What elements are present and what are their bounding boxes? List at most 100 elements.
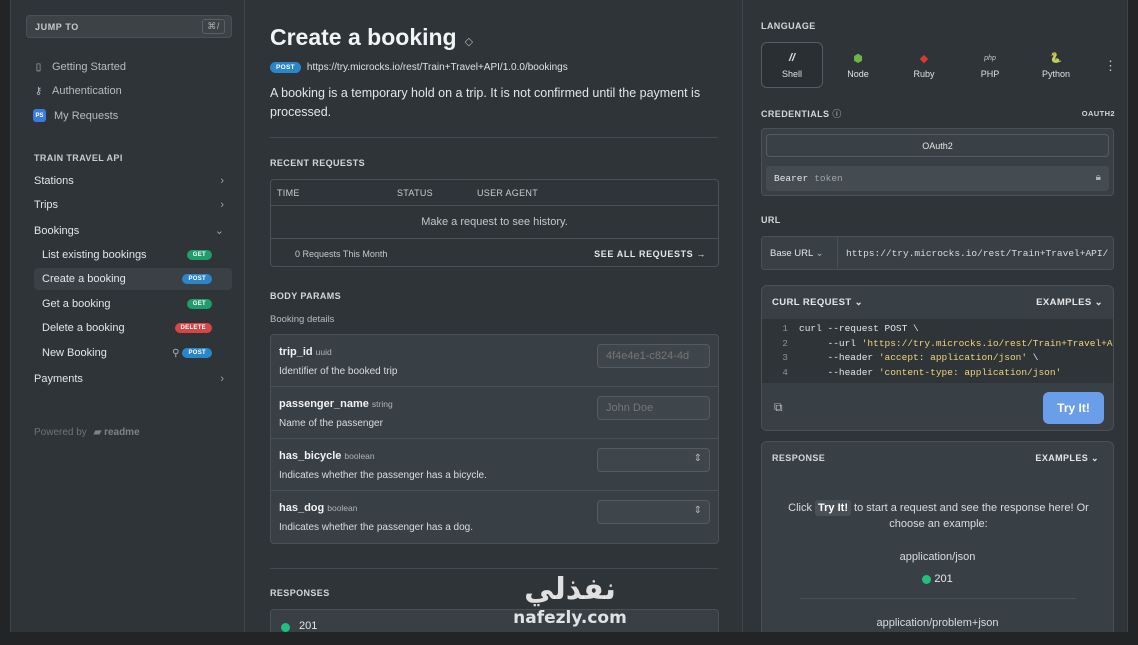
request-count: 0 Requests This Month [295,249,388,259]
sidebar-sub-get-booking[interactable]: Get a booking GET [34,293,232,315]
sidebar-item-trips[interactable]: Trips › [34,199,232,211]
chevron-down-icon: ⌄ [854,297,863,308]
has-dog-select[interactable]: ⇕ [597,500,710,524]
endpoint-url-row: POST https://try.microcks.io/rest/Train+… [270,62,568,73]
trip-id-input[interactable] [597,344,710,368]
code-text: --url [799,337,862,349]
credentials-box: OAuth2 Bearer token 🔒︎ [761,128,1114,196]
chevron-right-icon: › [220,175,224,187]
passenger-name-input[interactable] [597,396,710,420]
sidebar-sub-create-booking[interactable]: Create a booking POST [34,268,232,290]
examples-dropdown[interactable]: EXAMPLES ⌄ [1036,297,1103,308]
lang-label: Node [847,68,869,79]
param-row: has_bicycle boolean Indicates whether the… [271,439,718,491]
lang-python[interactable]: 🐍 Python [1025,42,1087,88]
ruby-icon: ◆ [919,52,929,65]
code-line: 1 curl --request POST \ [762,323,1113,338]
body-params-subtitle: Booking details [270,314,335,325]
shell-icon: // [788,52,796,64]
examples-label: EXAMPLES [1035,453,1089,463]
sidebar-sub-label: Get a booking [42,298,111,310]
bearer-token-field[interactable]: Bearer token 🔒︎ [766,166,1109,191]
sidebar-item-payments[interactable]: Payments › [34,373,232,385]
endpoint-url: https://try.microcks.io/rest/Train+Trave… [306,62,568,73]
param-type: boolean [327,503,358,513]
app-window: JUMP TO ⌘/ ▯ Getting Started ⚷ Authentic… [10,0,1128,632]
sidebar-sub-delete-booking[interactable]: Delete a booking DELETE [34,317,232,339]
code-string: 'https://try.microcks.io/rest/Train+Trav… [861,337,1113,349]
node-icon: ⬢ [853,52,863,65]
chevron-down-icon: ⌄ [214,225,224,237]
column-status: STATUS [397,188,433,198]
endpoint-description: A booking is a temporary hold on a trip.… [270,86,701,119]
base-url-select[interactable]: Base URL ⌄ [762,237,838,269]
has-bicycle-select[interactable]: ⇕ [597,448,710,472]
curl-request-toggle[interactable]: CURL REQUEST ⌄ [772,297,863,308]
response-label: RESPONSE [772,453,826,463]
empty-history-message: Make a request to see history. [421,216,568,228]
oauth2-button[interactable]: OAuth2 [766,134,1109,157]
jump-to-button[interactable]: JUMP TO ⌘/ [26,15,232,38]
response-201-row[interactable]: 201 [270,609,719,632]
sidebar-sub-label: List existing bookings [42,249,147,261]
credentials-label: CREDENTIALS ⓘ [761,107,842,120]
select-arrows-icon: ⇕ [693,505,702,516]
see-all-requests-link[interactable]: SEE ALL REQUESTS → [594,249,706,259]
code-line: 3 --header 'accept: application/json' \ [762,352,1113,367]
sidebar-item-bookings[interactable]: Bookings ⌄ [34,224,232,238]
method-badge-post: POST [182,274,212,284]
curl-header: CURL REQUEST ⌄ EXAMPLES ⌄ [762,286,1113,318]
response-panel: RESPONSE EXAMPLES ⌄ Click Try It! to sta… [761,441,1114,632]
success-dot-icon [281,623,290,632]
main-content: Create a booking ◇ POST https://try.micro… [246,0,742,632]
divider [270,568,718,569]
param-description: Indicates whether the passenger has a bi… [279,470,487,481]
arrow-right-icon: → [696,249,706,259]
sidebar-sub-list-bookings[interactable]: List existing bookings GET [34,244,232,266]
sidebar-sub-label: Create a booking [42,273,126,285]
method-badge-get: GET [186,250,212,260]
code-text: --header [799,366,879,378]
example-201-link[interactable]: 201 [762,573,1113,585]
copy-icon[interactable]: ⧉ [774,400,783,415]
lang-label: Ruby [913,68,935,79]
try-it-button[interactable]: Try It! [1043,392,1104,424]
nav-getting-started[interactable]: ▯ Getting Started [33,61,126,73]
watermark-arabic: نفذلي [524,572,616,607]
see-all-label: SEE ALL REQUESTS [594,249,694,259]
watermark-logo: نفذلي nafezly.com [500,572,640,642]
line-number: 2 [782,337,788,349]
page-title-text: Create a booking [270,24,457,50]
sidebar-sub-new-booking[interactable]: New Booking ⚲ POST [34,342,232,364]
sidebar-item-label: Stations [34,175,74,187]
bearer-label: Bearer [774,173,809,184]
code-line: 2 --url 'https://try.microcks.io/rest/Tr… [762,338,1113,353]
response-examples-dropdown[interactable]: EXAMPLES ⌄ [1035,453,1099,464]
lang-node[interactable]: ⬢ Node [827,42,889,88]
responses-heading: RESPONSES [270,588,330,598]
lang-ruby[interactable]: ◆ Ruby [893,42,955,88]
param-description: Name of the passenger [279,418,383,429]
php-icon: php [984,54,996,62]
param-name: has_bicycle boolean [279,450,375,462]
right-panel: LANGUAGE // Shell ⬢ Node ◆ Ruby php PHP … [742,0,1127,632]
nav-authentication[interactable]: ⚷ Authentication [33,85,122,97]
url-label: URL [761,215,781,225]
powered-by[interactable]: Powered by ▰ readme [34,427,140,438]
sidebar-item-stations[interactable]: Stations › [34,175,232,187]
nav-my-requests[interactable]: PS My Requests [33,109,118,122]
recent-requests-table: TIME STATUS USER AGENT Make a request to… [270,179,719,267]
lock-icon: 🔒︎ [1095,173,1101,184]
lang-shell[interactable]: // Shell [761,42,823,88]
response-msg-text: to start a request and see the response … [854,502,1089,530]
lang-php[interactable]: php PHP [959,42,1021,88]
divider [270,137,718,138]
more-languages-icon[interactable]: ⋮ [1104,58,1117,74]
line-number: 3 [782,352,788,363]
code-string: 'content-type: application/json' [878,366,1062,378]
watermark-latin: nafezly.com [513,608,627,628]
info-icon[interactable]: ⓘ [832,109,841,119]
key-icon: ⚷ [34,85,43,97]
base-url-label: Base URL [770,248,813,259]
line-number: 4 [782,366,788,378]
